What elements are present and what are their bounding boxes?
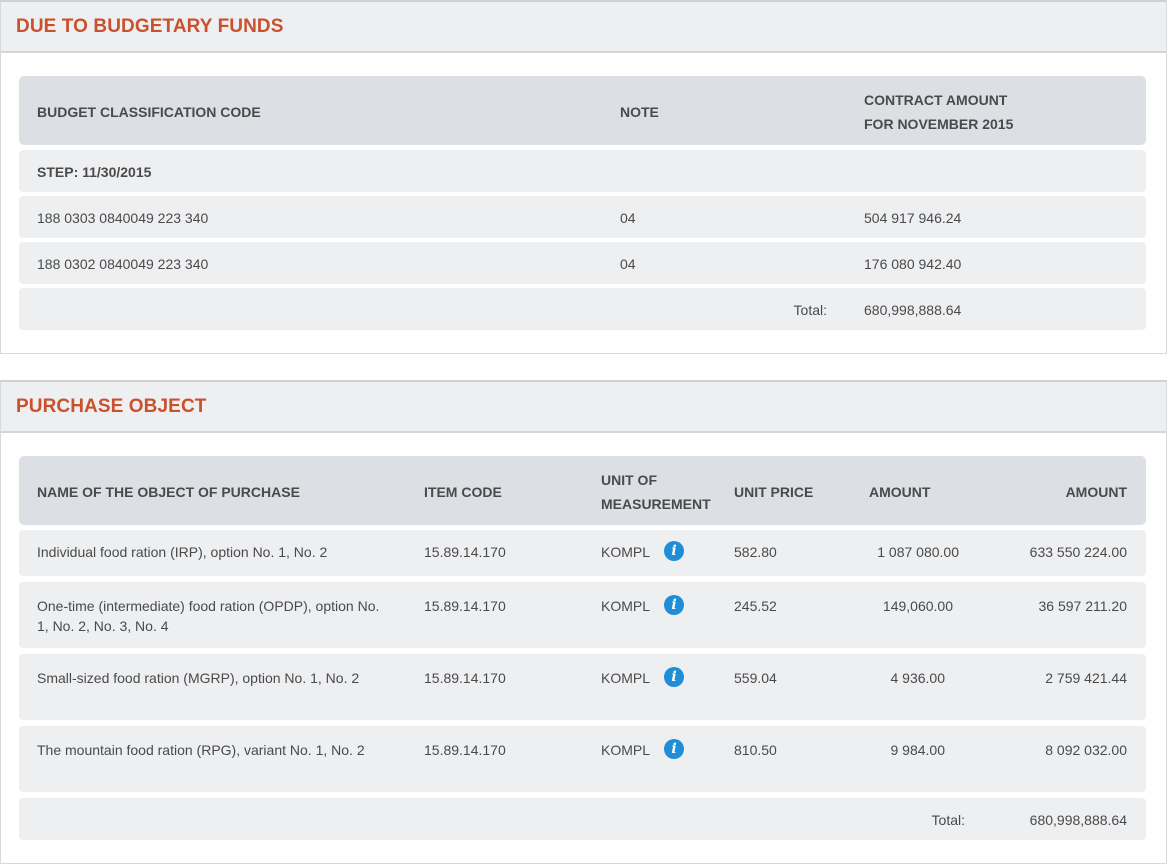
budget-note: 04 xyxy=(620,256,636,272)
purchase-qty: 1 087 080.00 xyxy=(877,544,959,560)
step-row: STEP: 11/30/2015 xyxy=(19,150,1146,192)
budget-funds-panel: DUE TO BUDGETARY FUNDS BUDGET CLASSIFICA… xyxy=(0,0,1167,354)
col-header-contract-amount: CONTRACT AMOUNT FOR NOVEMBER 2015 xyxy=(864,88,1013,136)
purchase-unit-price: 559.04 xyxy=(734,670,777,686)
col-header-unit-price: UNIT PRICE xyxy=(734,484,814,500)
info-icon[interactable]: i xyxy=(664,595,684,615)
col-header-unit-line1: UNIT OF xyxy=(601,472,657,488)
purchase-unit: KOMPL xyxy=(601,742,651,758)
step-label: STEP: 11/30/2015 xyxy=(37,164,152,180)
purchase-total-label: Total: xyxy=(931,812,965,828)
budget-table-header: BUDGET CLASSIFICATION CODE NOTE CONTRACT… xyxy=(19,76,1146,145)
table-row: Individual food ration (IRP), option No.… xyxy=(19,530,1146,576)
col-header-budget-code: BUDGET CLASSIFICATION CODE xyxy=(37,104,261,120)
purchase-qty: 4 936.00 xyxy=(890,670,946,686)
purchase-qty: 9 984.00 xyxy=(890,742,946,758)
purchase-table-header: NAME OF THE OBJECT OF PURCHASE ITEM CODE… xyxy=(19,456,1146,525)
purchase-item-code: 15.89.14.170 xyxy=(424,544,506,560)
purchase-total-value: 680,998,888.64 xyxy=(1029,812,1127,828)
purchase-item-code: 15.89.14.170 xyxy=(424,598,506,614)
purchase-name: Small-sized food ration (MGRP), option N… xyxy=(37,670,360,686)
budget-total-row: Total: 680,998,888.64 xyxy=(19,288,1146,330)
col-header-unit-line2: MEASUREMENT xyxy=(601,496,711,512)
purchase-name: One-time (intermediate) food ration (OPD… xyxy=(37,598,380,634)
budget-funds-header: DUE TO BUDGETARY FUNDS xyxy=(1,2,1166,53)
budget-funds-title: DUE TO BUDGETARY FUNDS xyxy=(16,15,284,37)
budget-amount: 504 917 946.24 xyxy=(864,210,962,226)
purchase-unit-price: 582.80 xyxy=(734,544,777,560)
info-icon[interactable]: i xyxy=(664,739,684,759)
col-header-item-code: ITEM CODE xyxy=(424,484,502,500)
purchase-unit-price: 810.50 xyxy=(734,742,777,758)
col-header-note: NOTE xyxy=(620,104,659,120)
budget-total-value: 680,998,888.64 xyxy=(864,302,962,318)
budget-amount: 176 080 942.40 xyxy=(864,256,962,272)
col-header-contract-amount-line1: CONTRACT AMOUNT xyxy=(864,92,1008,108)
table-row: Small-sized food ration (MGRP), option N… xyxy=(19,654,1146,720)
purchase-object-title: PURCHASE OBJECT xyxy=(16,395,207,417)
purchase-amount: 633 550 224.00 xyxy=(1029,544,1127,560)
purchase-amount: 2 759 421.44 xyxy=(1045,670,1127,686)
purchase-item-code: 15.89.14.170 xyxy=(424,670,506,686)
purchase-unit-price: 245.52 xyxy=(734,598,777,614)
purchase-amount: 8 092 032.00 xyxy=(1045,742,1127,758)
table-row: 188 0303 0840049 223 340 04 504 917 946.… xyxy=(19,196,1146,238)
info-icon[interactable]: i xyxy=(664,541,684,561)
purchase-unit: KOMPL xyxy=(601,544,651,560)
purchase-name: Individual food ration (IRP), option No.… xyxy=(37,544,328,560)
col-header-name: NAME OF THE OBJECT OF PURCHASE xyxy=(37,484,300,500)
purchase-unit: KOMPL xyxy=(601,670,651,686)
col-header-contract-amount-line2: FOR NOVEMBER 2015 xyxy=(864,116,1014,132)
purchase-amount: 36 597 211.20 xyxy=(1038,598,1128,614)
purchase-unit: KOMPL xyxy=(601,598,651,614)
budget-total-label: Total: xyxy=(793,302,827,318)
table-row: The mountain food ration (RPG), variant … xyxy=(19,726,1146,792)
budget-code: 188 0302 0840049 223 340 xyxy=(37,256,209,272)
budget-code: 188 0303 0840049 223 340 xyxy=(37,210,209,226)
purchase-item-code: 15.89.14.170 xyxy=(424,742,506,758)
purchase-name: The mountain food ration (RPG), variant … xyxy=(37,742,365,758)
col-header-unit: UNIT OF MEASUREMENT xyxy=(601,468,711,516)
table-row: 188 0302 0840049 223 340 04 176 080 942.… xyxy=(19,242,1146,284)
budget-note: 04 xyxy=(620,210,636,226)
purchase-total-row: Total: 680,998,888.64 xyxy=(19,798,1146,840)
purchase-qty: 149,060.00 xyxy=(882,598,953,614)
col-header-amount: AMOUNT xyxy=(869,484,931,500)
purchase-object-header: PURCHASE OBJECT xyxy=(1,382,1166,433)
purchase-object-panel: PURCHASE OBJECT NAME OF THE OBJECT OF PU… xyxy=(0,380,1167,864)
table-row: One-time (intermediate) food ration (OPD… xyxy=(19,582,1146,648)
info-icon[interactable]: i xyxy=(664,667,684,687)
col-header-amount-total: AMOUNT xyxy=(1065,484,1127,500)
